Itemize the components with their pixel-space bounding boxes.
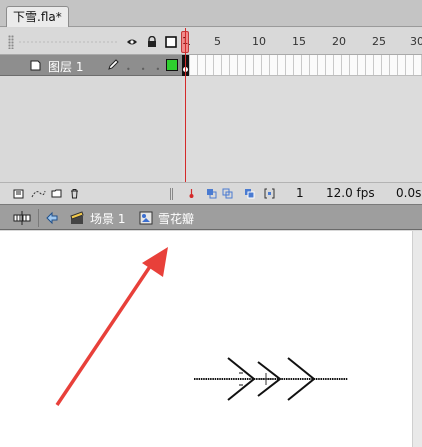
frame-number: 15 <box>292 35 306 48</box>
playhead-line <box>185 28 186 203</box>
splitter-icon[interactable] <box>170 188 173 200</box>
stage-vertical-scrollbar[interactable] <box>412 231 422 447</box>
stage[interactable] <box>0 231 422 447</box>
panel-grip-icon[interactable] <box>8 35 14 49</box>
timeline-toggle-icon[interactable] <box>12 211 32 225</box>
document-tab-strip: 下雪.fla* <box>0 0 422 27</box>
eye-icon[interactable] <box>126 36 138 48</box>
layer-row[interactable]: 图层 1 ••• <box>0 55 182 76</box>
back-arrow-icon[interactable] <box>45 211 59 225</box>
elapsed-time-readout: 0.0s <box>396 186 422 200</box>
frame-ruler[interactable]: 1 5 10 15 20 25 30 <box>182 28 422 55</box>
header-divider <box>18 41 118 43</box>
outline-square-icon[interactable] <box>165 36 177 48</box>
frame-rate-readout[interactable]: 12.0 fps <box>326 186 375 200</box>
annotation-arrow <box>55 247 168 406</box>
timeline-header: 1 5 10 15 20 25 30 1 <box>0 28 422 55</box>
layers-pane: 图层 1 ••• <box>0 55 182 182</box>
current-frame-readout: 1 <box>296 186 304 200</box>
layer-outline-color[interactable] <box>166 59 178 71</box>
layer-name[interactable]: 图层 1 <box>48 58 83 75</box>
editbar-divider <box>38 209 39 227</box>
breadcrumb-symbol[interactable]: 雪花瓣 <box>158 210 194 227</box>
stage-canvas[interactable] <box>0 231 412 447</box>
trash-icon[interactable] <box>69 188 80 199</box>
movieclip-symbol-icon <box>139 211 153 225</box>
center-frame-icon[interactable] <box>186 188 197 199</box>
frame-grid[interactable] <box>182 55 422 76</box>
lock-icon[interactable] <box>146 36 158 48</box>
new-layer-icon[interactable] <box>13 188 24 199</box>
frame-number: 10 <box>252 35 266 48</box>
onion-skin-icon[interactable] <box>206 188 217 199</box>
timeline-footer: 1 12.0 fps 0.0s <box>0 182 422 203</box>
frame-number: 5 <box>214 35 221 48</box>
layer-page-icon <box>30 60 41 71</box>
edit-bar: 场景 1 雪花瓣 <box>0 204 422 230</box>
frames-pane[interactable] <box>182 55 422 182</box>
flash-window: 下雪.fla* 1 5 10 15 20 25 30 1 <box>0 0 422 447</box>
scene-icon <box>70 211 84 224</box>
onion-skin-outlines-icon[interactable] <box>222 188 233 199</box>
document-tab[interactable]: 下雪.fla* <box>6 6 69 27</box>
edit-multiple-frames-icon[interactable] <box>244 188 255 199</box>
new-folder-icon[interactable] <box>51 188 62 199</box>
frame-number: 25 <box>372 35 386 48</box>
breadcrumb-scene[interactable]: 场景 1 <box>90 210 125 227</box>
modify-onion-markers-icon[interactable] <box>264 188 275 199</box>
registration-point <box>260 373 272 385</box>
pencil-icon <box>108 59 119 70</box>
motion-guide-icon[interactable] <box>31 188 46 199</box>
frame-number: 20 <box>332 35 346 48</box>
frame-number: 30 <box>410 35 422 48</box>
layer-toggle-dots[interactable]: ••• <box>126 65 170 74</box>
